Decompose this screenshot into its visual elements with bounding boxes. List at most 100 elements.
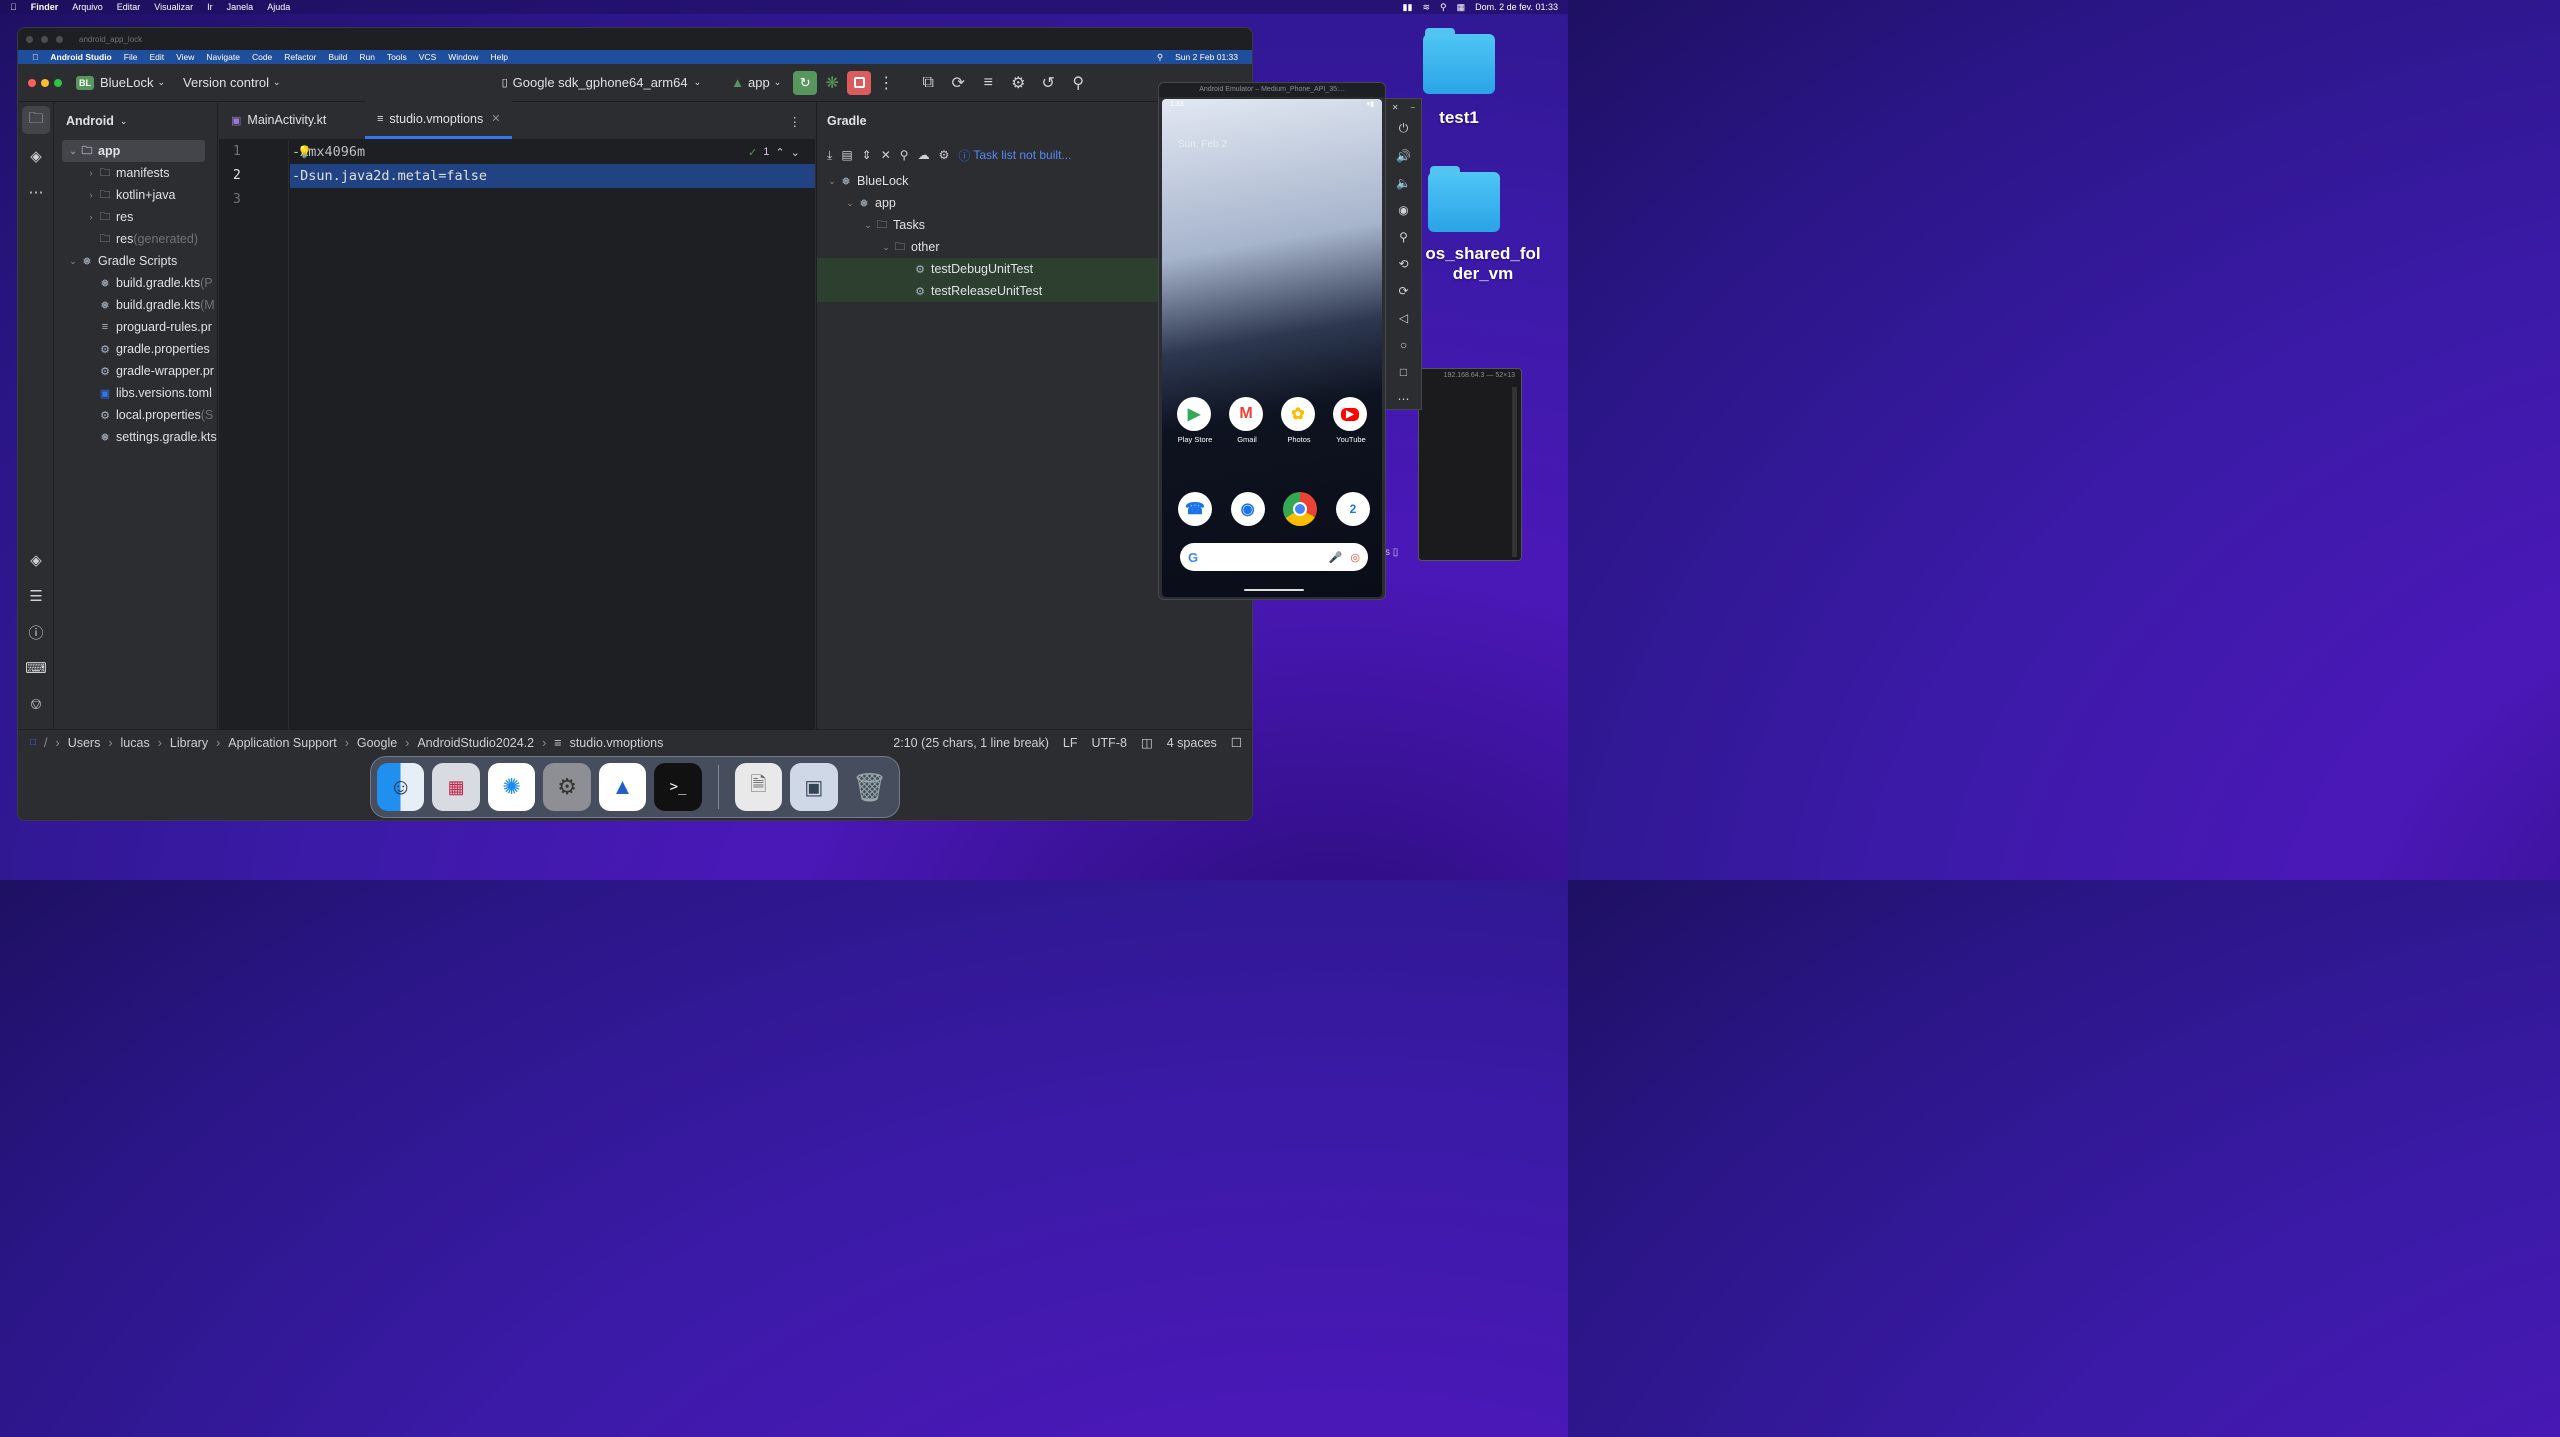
terminal-app-icon[interactable]: >_ xyxy=(654,763,702,811)
expand-all-icon[interactable]: ⇕ xyxy=(862,148,872,162)
breadcrumb-androidstudio[interactable]: AndroidStudio2024.2 xyxy=(417,736,534,750)
menu-android-studio[interactable]: Android Studio xyxy=(50,52,111,62)
menubar-search-icon[interactable]: ⚲ xyxy=(1157,52,1163,63)
desktop-folder-test1[interactable]: test1 xyxy=(1423,28,1495,128)
breadcrumb-lucas[interactable]: lucas xyxy=(121,736,150,750)
messages-icon[interactable]: ◉ xyxy=(1230,492,1265,526)
terminal-window[interactable]: 192.168.64.3 — 52×13 s ▯ xyxy=(1385,368,1522,561)
home-icon[interactable]: ○ xyxy=(1386,331,1421,358)
menu-ajuda[interactable]: Ajuda xyxy=(267,2,290,12)
volume-down-icon[interactable]: 🔈 xyxy=(1386,169,1421,196)
breadcrumb-google[interactable]: Google xyxy=(357,736,397,750)
tree-item-libs-versions[interactable]: ▣ libs.versions.toml xyxy=(55,382,217,404)
tree-item-gradle-properties[interactable]: ⚙ gradle.properties xyxy=(55,338,217,360)
zoom-button[interactable] xyxy=(56,35,63,43)
more-actions-icon[interactable]: ⋮ xyxy=(871,73,901,93)
app-gmail[interactable]: M Gmail xyxy=(1229,397,1265,444)
menu-finder[interactable]: Finder xyxy=(31,2,59,12)
device-manager-icon[interactable]: ⚙ xyxy=(1003,73,1033,93)
more-icon[interactable]: ⋯ xyxy=(1386,385,1421,412)
readonly-toggle-icon[interactable]: ◫ xyxy=(1141,735,1153,750)
menu-edit[interactable]: Edit xyxy=(149,52,164,62)
execute-task-icon[interactable]: ▤ xyxy=(841,148,852,162)
app-play-store[interactable]: ▶ Play Store xyxy=(1177,397,1213,444)
tree-item-build-gradle-module[interactable]: ❅ build.gradle.kts (M xyxy=(55,294,217,316)
menu-visualizar[interactable]: Visualizar xyxy=(154,2,193,12)
menu-file[interactable]: File xyxy=(124,52,138,62)
overview-icon[interactable]: □ xyxy=(1386,358,1421,385)
tab-studio-vmoptions[interactable]: ≡ studio.vmoptions ✕ xyxy=(365,101,513,139)
tree-item-kotlin-java[interactable]: › 🗀 kotlin+java xyxy=(55,184,217,206)
chevron-down-icon[interactable]: ⌄ xyxy=(791,146,800,159)
gradle-sync-icon[interactable]: ↺ xyxy=(1033,73,1063,93)
tree-item-local-properties[interactable]: ⚙ local.properties (S xyxy=(55,404,217,426)
code-line-1[interactable]: -Xmx4096m xyxy=(290,140,815,164)
tree-item-proguard[interactable]: ≡ proguard-rules.pr xyxy=(55,316,217,338)
line-separator[interactable]: LF xyxy=(1063,736,1078,750)
lock-icon[interactable]: ☐ xyxy=(1231,735,1242,750)
finder-icon[interactable]: ☺ xyxy=(377,763,425,811)
menu-editar[interactable]: Editar xyxy=(117,2,141,12)
file-encoding[interactable]: UTF-8 xyxy=(1092,736,1127,750)
apple-icon[interactable]:  xyxy=(10,2,17,12)
traffic-close[interactable] xyxy=(28,78,36,87)
rerun-button[interactable]: ↻ xyxy=(793,70,818,95)
launchpad-icon[interactable]: ▦ xyxy=(432,763,480,811)
search-everywhere-icon[interactable]: ⚲ xyxy=(1063,73,1093,93)
terminal-icon[interactable]: ⌨ xyxy=(18,650,54,686)
tab-actions-icon[interactable]: ⋮ xyxy=(789,114,802,129)
layout-inspector-icon[interactable]: ≡ xyxy=(973,74,1003,92)
inspection-widget[interactable]: ✓ 1 ⌃ ⌄ xyxy=(748,146,800,159)
apple-icon[interactable]:  xyxy=(32,52,38,62)
google-search-bar[interactable]: G 🎤 ◎ xyxy=(1180,543,1368,571)
menu-vcs[interactable]: VCS xyxy=(419,52,436,62)
document-icon[interactable]: 🗎 xyxy=(734,763,783,811)
download-icon[interactable]: ⤓ xyxy=(827,148,832,163)
indent-setting[interactable]: 4 spaces xyxy=(1167,736,1217,750)
calendar-icon[interactable]: 2 xyxy=(1335,492,1370,526)
offline-mode-icon[interactable]: ☁ xyxy=(918,148,930,162)
caret-position[interactable]: 2:10 (25 chars, 1 line break) xyxy=(893,736,1049,750)
resource-manager-icon[interactable]: ◈ xyxy=(18,138,54,174)
lens-icon[interactable]: ◎ xyxy=(1350,551,1360,564)
chevron-up-icon[interactable]: ⌃ xyxy=(775,146,784,159)
tab-mainactivity[interactable]: ▣ MainActivity.kt xyxy=(219,101,365,139)
trash-icon[interactable]: 🗑 xyxy=(846,763,893,811)
menu-build[interactable]: Build xyxy=(328,52,347,62)
traffic-zoom[interactable] xyxy=(54,78,62,87)
menu-ir[interactable]: Ir xyxy=(207,2,213,12)
debug-button[interactable]: ❋ xyxy=(817,73,847,93)
tree-item-gradle-scripts[interactable]: ⌄ ❅ Gradle Scripts xyxy=(55,250,217,272)
menu-run[interactable]: Run xyxy=(359,52,375,62)
menu-arquivo[interactable]: Arquivo xyxy=(72,2,103,12)
traffic-minimize[interactable] xyxy=(41,78,49,87)
app-quality-icon[interactable]: ☰ xyxy=(18,578,54,614)
menu-code[interactable]: Code xyxy=(252,52,272,62)
project-selector[interactable]: BL BlueLock ⌄ xyxy=(76,75,165,90)
tree-item-app[interactable]: ⌄ 🗀 app xyxy=(62,140,205,162)
rotate-right-icon[interactable]: ⟳ xyxy=(1386,277,1421,304)
breadcrumb-users[interactable]: Users xyxy=(68,736,101,750)
tree-item-manifests[interactable]: › 🗀 manifests xyxy=(55,162,217,184)
collapse-all-icon[interactable]: ✕ xyxy=(881,148,891,162)
apply-changes-icon[interactable]: ⧉ xyxy=(913,74,943,92)
safari-icon[interactable]: ✺ xyxy=(487,763,536,811)
project-view-selector[interactable]: Android ⌄ xyxy=(55,102,217,140)
code-line-3[interactable] xyxy=(290,188,815,212)
lightbulb-icon[interactable]: 💡 xyxy=(297,145,312,159)
translate-icon[interactable]: ⟳ xyxy=(943,73,973,93)
control-center-icon[interactable]: ▦ xyxy=(1457,2,1466,13)
device-selector[interactable]: ▯ Google sdk_gphone64_arm64 ⌄ xyxy=(502,75,702,90)
breadcrumb-root[interactable]: / xyxy=(44,736,47,750)
more-tools-icon[interactable]: ⋯ xyxy=(18,174,54,210)
gesture-nav-bar[interactable] xyxy=(1244,589,1304,591)
rotate-left-icon[interactable]: ⟲ xyxy=(1386,250,1421,277)
run-config-selector[interactable]: ▲ app ⌄ xyxy=(731,75,781,90)
battery-icon[interactable]: ▮▮ xyxy=(1403,2,1413,13)
menu-window[interactable]: Window xyxy=(448,52,478,62)
power-icon[interactable]: ⏻ xyxy=(1386,115,1421,142)
task-list-notice[interactable]: Task list not built... xyxy=(973,148,1071,162)
stop-button[interactable] xyxy=(847,70,872,95)
gradle-settings-icon[interactable]: ⚙ xyxy=(939,148,950,162)
menubar-clock[interactable]: Dom. 2 de fev. 01:33 xyxy=(1475,2,1558,12)
